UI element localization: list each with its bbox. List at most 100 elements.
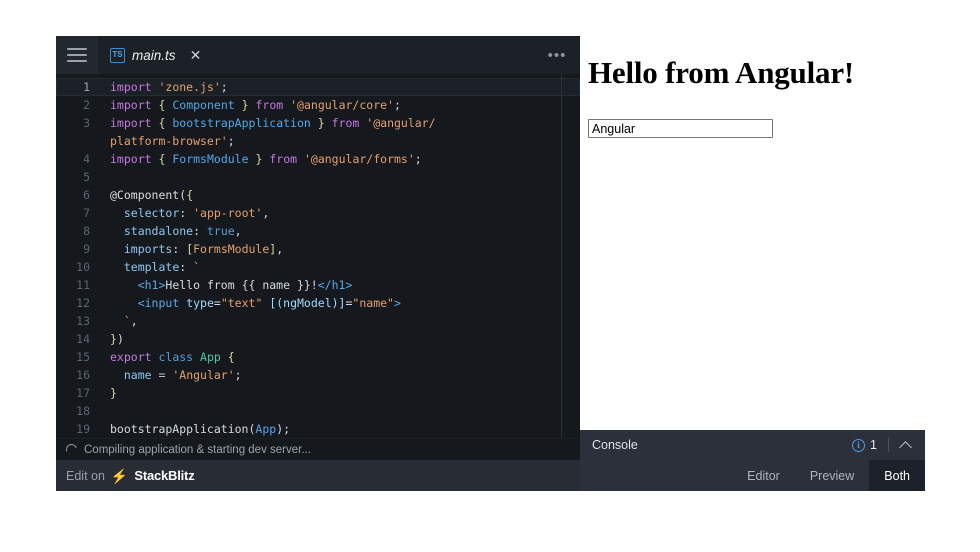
code-line[interactable]: 4 import { FormsModule } from '@angular/f…: [56, 150, 580, 168]
console-info-badge[interactable]: i 1: [852, 438, 877, 452]
embed-footer: Edit on ⚡ StackBlitz Editor Preview Both: [56, 460, 925, 491]
more-options-icon[interactable]: •••: [544, 36, 570, 74]
code-token: <h1>: [137, 278, 166, 292]
code-body[interactable]: 1 import 'zone.js'; 2 import { Component } …: [56, 74, 580, 438]
code-token: @Component: [110, 188, 180, 202]
status-text: Compiling application & starting dev ser…: [84, 443, 311, 456]
console-controls: i 1: [852, 438, 913, 452]
code-token: ,: [234, 224, 242, 238]
code-editor[interactable]: 1 import 'zone.js'; 2 import { Component } …: [56, 74, 580, 438]
chevron-up-icon[interactable]: [900, 439, 913, 452]
code-token: import: [110, 116, 152, 130]
stackblitz-brand: StackBlitz: [134, 468, 195, 483]
code-line[interactable]: 7 selector: 'app-root',: [56, 204, 580, 222]
code-line-text: import { FormsModule } from '@angular/fo…: [102, 150, 580, 168]
code-line[interactable]: 9 imports: [FormsModule],: [56, 240, 580, 258]
code-token: {: [186, 188, 194, 202]
editor-right-rule: [561, 74, 562, 438]
stackblitz-link[interactable]: Edit on ⚡ StackBlitz: [56, 460, 580, 491]
editor-status-bar: Compiling application & starting dev ser…: [56, 438, 580, 460]
preview-frame: Hello from Angular!: [580, 36, 925, 430]
view-tab-preview[interactable]: Preview: [795, 460, 869, 491]
line-number: [56, 132, 102, 150]
code-token: name: [123, 368, 152, 382]
code-token: ): [116, 332, 124, 346]
code-token: from: [269, 152, 298, 166]
code-token: =: [151, 368, 173, 382]
name-input[interactable]: [588, 119, 773, 138]
code-line-text: platform-browser';: [102, 132, 580, 150]
code-token: :: [179, 206, 194, 220]
code-line[interactable]: 10 template: `: [56, 258, 580, 276]
code-line[interactable]: platform-browser';: [56, 132, 580, 150]
code-line-text: import { Component } from '@angular/core…: [102, 96, 580, 114]
close-icon[interactable]: ✕: [188, 47, 204, 63]
code-token: }: [317, 116, 325, 130]
code-line-text: }: [102, 384, 580, 402]
spinner-icon: [64, 442, 79, 457]
hamburger-line: [67, 48, 87, 50]
code-token: platform-browser': [110, 134, 228, 148]
code-line-text: selector: 'app-root',: [102, 204, 580, 222]
code-token: Component: [172, 98, 235, 112]
preview-pane: Hello from Angular! Console i 1: [580, 36, 925, 460]
info-icon: i: [852, 438, 866, 452]
stackblitz-embed: TS main.ts ✕ ••• 1 import 'zone.js'; 2 impo…: [56, 36, 925, 491]
code-line[interactable]: 14}): [56, 330, 580, 348]
hamburger-line: [67, 60, 87, 62]
code-line-text: import { bootstrapApplication } from '@a…: [102, 114, 580, 132]
line-number: 13: [76, 314, 90, 328]
code-line[interactable]: 17}: [56, 384, 580, 402]
code-line-text: imports: [FormsModule],: [102, 240, 580, 258]
code-token: <input: [137, 296, 180, 310]
line-number: 14: [76, 332, 90, 346]
line-number: 9: [83, 242, 90, 256]
code-line[interactable]: 16 name = 'Angular';: [56, 366, 580, 384]
code-line[interactable]: 3 import { bootstrapApplication } from '@…: [56, 114, 580, 132]
code-token: "name": [352, 296, 394, 310]
code-token: import: [110, 80, 152, 94]
view-tab-editor[interactable]: Editor: [732, 460, 795, 491]
code-token: {: [227, 350, 235, 364]
code-line[interactable]: 19 bootstrapApplication(App);: [56, 420, 580, 438]
code-line-text: @Component({: [102, 186, 580, 204]
typescript-file-icon: TS: [110, 47, 125, 63]
code-line[interactable]: 6 @Component({: [56, 186, 580, 204]
code-token: `: [110, 314, 131, 328]
line-number: 7: [83, 206, 90, 220]
code-line[interactable]: 12 <input type="text" [(ngModel)]="name"…: [56, 294, 580, 312]
code-line-text: name = 'Angular';: [102, 366, 580, 384]
code-line[interactable]: 18: [56, 402, 580, 420]
code-token: ;: [220, 80, 228, 94]
code-token: 'zone.js': [158, 80, 221, 94]
hamburger-icon[interactable]: [56, 36, 98, 74]
code-token: 'Angular': [172, 368, 235, 382]
code-line-text: <h1>Hello from {{ name }}!</h1>: [102, 276, 580, 294]
code-token: ;: [234, 368, 242, 382]
code-line[interactable]: 1 import 'zone.js';: [56, 78, 580, 96]
code-line[interactable]: 8 standalone: true,: [56, 222, 580, 240]
code-line[interactable]: 5: [56, 168, 580, 186]
code-token: }: [241, 98, 249, 112]
code-line[interactable]: 15 export class App {: [56, 348, 580, 366]
code-token: :: [179, 260, 194, 274]
code-line[interactable]: 13 `,: [56, 312, 580, 330]
code-token: class: [158, 350, 194, 364]
view-tab-both[interactable]: Both: [869, 460, 925, 491]
code-line-text: <input type="text" [(ngModel)]="name">: [102, 294, 580, 312]
code-line[interactable]: 2 import { Component } from '@angular/cor…: [56, 96, 580, 114]
file-tab-main-ts[interactable]: TS main.ts ✕: [98, 36, 214, 74]
console-bar[interactable]: Console i 1: [580, 430, 925, 460]
code-token: :: [172, 242, 187, 256]
line-number: 17: [76, 386, 90, 400]
line-number: 11: [76, 278, 90, 292]
line-number: 4: [83, 152, 90, 166]
code-line[interactable]: 11 <h1>Hello from {{ name }}!</h1>: [56, 276, 580, 294]
